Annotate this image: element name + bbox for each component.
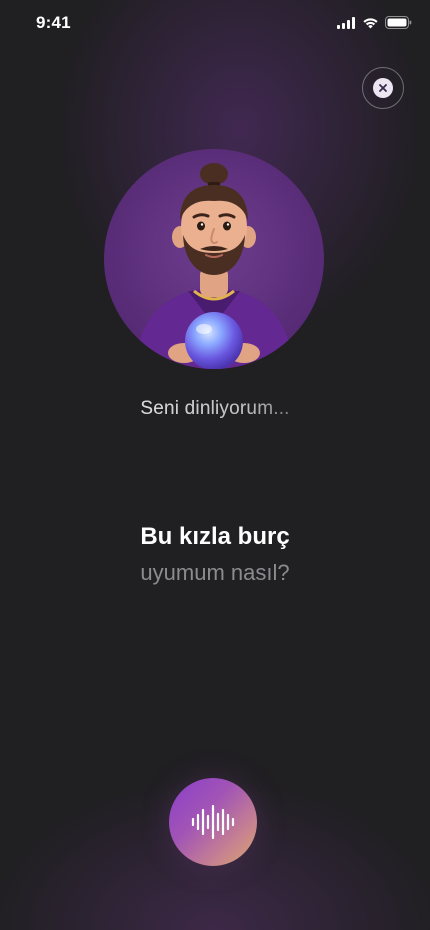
- close-icon: [373, 78, 393, 98]
- listening-status-label: Seni dinliyorum...: [140, 398, 290, 419]
- voice-assistant-screen: 9:41 Seni dinliyorum... Bu kızla burç uy…: [0, 0, 430, 930]
- transcript-secondary: uyumum nasıl?: [140, 560, 290, 585]
- voice-input-button[interactable]: [169, 778, 257, 866]
- close-button[interactable]: [362, 67, 404, 109]
- wifi-icon: [362, 17, 379, 29]
- transcript-primary: Bu kızla burç: [140, 523, 290, 550]
- status-bar: 9:41: [0, 0, 430, 48]
- sound-wave-icon: [190, 804, 236, 840]
- status-icons: [337, 16, 412, 29]
- battery-icon: [385, 16, 412, 29]
- cellular-signal-icon: [337, 16, 356, 29]
- astrologer-avatar: [104, 149, 324, 369]
- listening-status-text: Seni dinliyorum...: [0, 398, 430, 420]
- status-time: 9:41: [36, 13, 71, 32]
